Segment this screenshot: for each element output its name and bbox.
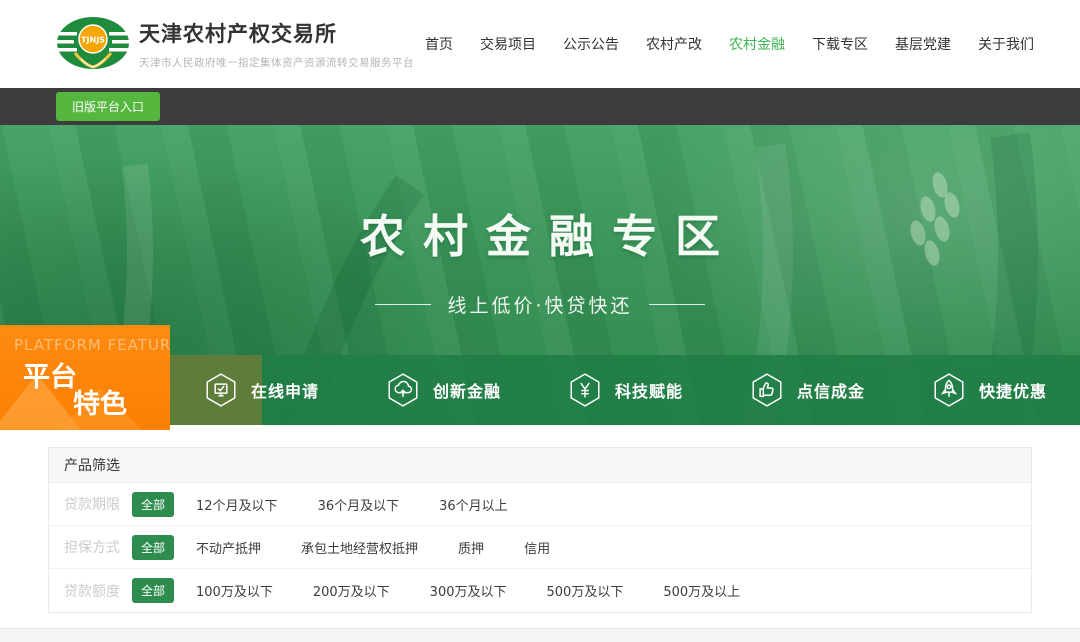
filter-option[interactable]: 500万及以下 [547, 581, 624, 600]
filter-all-badge[interactable]: 全部 [132, 492, 174, 517]
filter-option[interactable]: 36个月及以下 [318, 495, 400, 514]
filter-option[interactable]: 100万及以下 [196, 581, 273, 600]
monitor-check-icon [203, 372, 239, 408]
subtitle-left-rule [375, 304, 431, 305]
platform-features-ribbon: PLATFORM FEATURES 平台 特色 [0, 325, 170, 430]
filter-option[interactable]: 不动产抵押 [196, 538, 261, 557]
filter-row-label: 贷款期限 [64, 494, 132, 514]
cloud-arrow-icon [385, 372, 421, 408]
feature-tech-empowerment[interactable]: 科技赋能 [534, 355, 716, 425]
filter-option[interactable]: 12个月及以下 [196, 495, 278, 514]
logo-monogram: TJNJS [81, 36, 105, 45]
filter-section: 产品筛选 贷款期限 全部 12个月及以下 36个月及以下 36个月以上 担保方式… [0, 425, 1080, 613]
site-title: 天津农村产权交易所 [139, 18, 414, 48]
nav-item-rural-reform[interactable]: 农村产改 [646, 34, 702, 54]
filter-option[interactable]: 200万及以下 [313, 581, 390, 600]
nav-item-rural-finance[interactable]: 农村金融 [729, 34, 785, 54]
filter-all-badge[interactable]: 全部 [132, 535, 174, 560]
filter-option[interactable]: 信用 [524, 538, 550, 557]
filter-row-label: 贷款额度 [64, 581, 132, 601]
ribbon-english-label: PLATFORM FEATURES [14, 336, 170, 354]
nav-item-home[interactable]: 首页 [425, 34, 453, 54]
filter-all-badge[interactable]: 全部 [132, 578, 174, 603]
feature-strip: 在线申请 创新金融 科技赋能 [170, 355, 1080, 425]
hero-title: 农村金融专区 [0, 200, 1080, 265]
nav-item-party-building[interactable]: 基层党建 [895, 34, 951, 54]
feature-label: 在线申请 [251, 378, 319, 402]
nav-item-announcements[interactable]: 公示公告 [563, 34, 619, 54]
nav-item-projects[interactable]: 交易项目 [480, 34, 536, 54]
filter-option[interactable]: 500万及以上 [663, 581, 740, 600]
ribbon-cn-line2: 特色 [73, 382, 127, 421]
filter-option[interactable]: 质押 [458, 538, 484, 557]
exchange-logo-icon: TJNJS [55, 15, 131, 73]
feature-innovative-finance[interactable]: 创新金融 [352, 355, 534, 425]
feature-label: 快捷优惠 [979, 378, 1047, 402]
filter-card-header: 产品筛选 [49, 448, 1031, 483]
filter-option[interactable]: 300万及以下 [430, 581, 507, 600]
feature-online-apply[interactable]: 在线申请 [170, 355, 352, 425]
filter-row-loan-amount: 贷款额度 全部 100万及以下 200万及以下 300万及以下 500万及以下 … [49, 569, 1031, 612]
filter-row-loan-term: 贷款期限 全部 12个月及以下 36个月及以下 36个月以上 [49, 483, 1031, 526]
feature-label: 点信成金 [797, 378, 865, 402]
thumbs-up-icon [749, 372, 785, 408]
feature-fast-discount[interactable]: 快捷优惠 [898, 355, 1080, 425]
old-platform-button[interactable]: 旧版平台入口 [56, 92, 160, 121]
filter-option[interactable]: 36个月以上 [439, 495, 508, 514]
nav-item-about[interactable]: 关于我们 [978, 34, 1034, 54]
feature-label: 科技赋能 [615, 378, 683, 402]
site-header: TJNJS 天津农村产权交易所 天津市人民政府唯一指定集体资产资源流转交易服务平… [0, 0, 1080, 88]
yen-icon [567, 372, 603, 408]
footer-strip [0, 628, 1080, 642]
brand[interactable]: TJNJS 天津农村产权交易所 天津市人民政府唯一指定集体资产资源流转交易服务平… [55, 15, 414, 73]
filter-row-label: 担保方式 [64, 537, 132, 557]
subtitle-right-rule [649, 304, 705, 305]
feature-label: 创新金融 [433, 378, 501, 402]
product-filter-card: 产品筛选 贷款期限 全部 12个月及以下 36个月及以下 36个月以上 担保方式… [48, 447, 1032, 613]
filter-title: 产品筛选 [64, 455, 120, 475]
site-subtitle: 天津市人民政府唯一指定集体资产资源流转交易服务平台 [139, 55, 414, 70]
ribbon-cn-line1: 平台 [23, 355, 77, 394]
hero-subtitle: 线上低价·快贷快还 [447, 291, 632, 318]
main-nav: 首页 交易项目 公示公告 农村产改 农村金融 下载专区 基层党建 关于我们 [425, 0, 1034, 88]
secondary-bar: 旧版平台入口 [0, 88, 1080, 125]
nav-item-downloads[interactable]: 下载专区 [812, 34, 868, 54]
hero-banner: 农村金融专区 线上低价·快贷快还 PLATFORM FEATURES 平台 特色… [0, 125, 1080, 425]
filter-option[interactable]: 承包土地经营权抵押 [301, 538, 418, 557]
filter-row-guarantee-type: 担保方式 全部 不动产抵押 承包土地经营权抵押 质押 信用 [49, 526, 1031, 569]
feature-credit-to-gold[interactable]: 点信成金 [716, 355, 898, 425]
rocket-icon [931, 372, 967, 408]
